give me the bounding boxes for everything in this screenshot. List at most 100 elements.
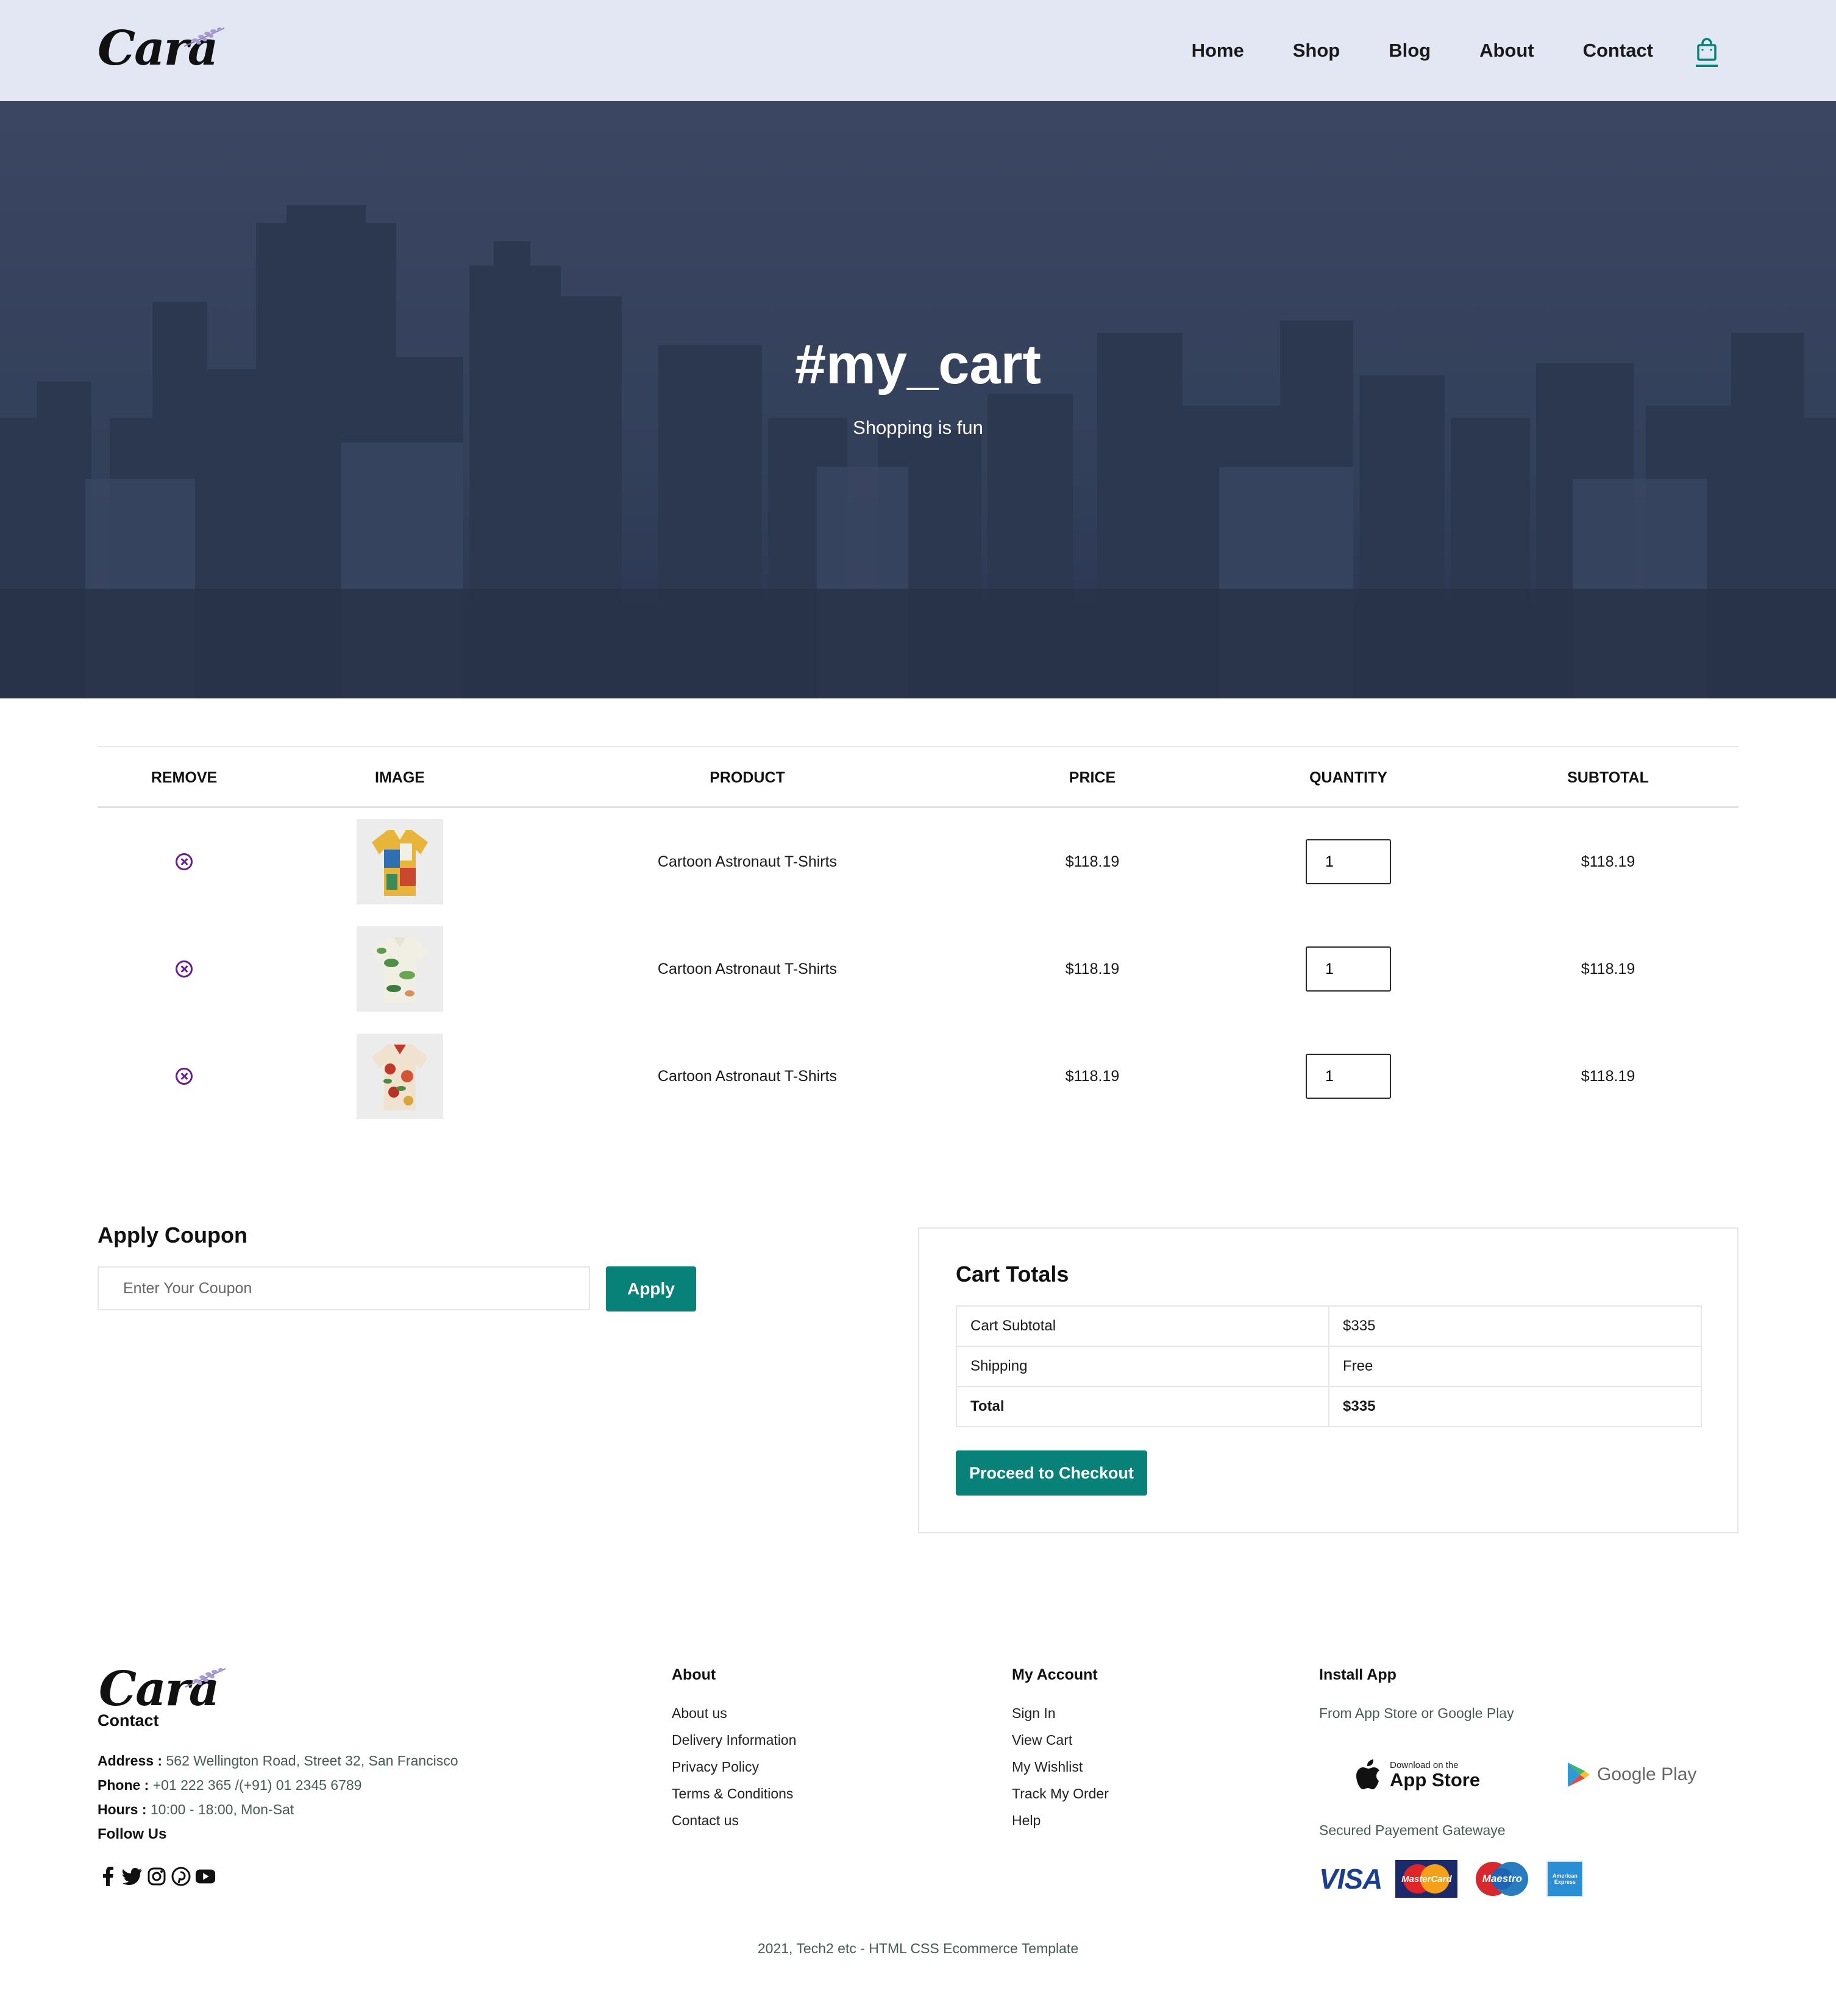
youtube-icon[interactable] xyxy=(195,1866,216,1887)
footer-link-sign-in[interactable]: Sign In xyxy=(1012,1704,1109,1722)
totals-label: Cart Subtotal xyxy=(955,1305,1330,1347)
table-row: Cartoon Astronaut T-Shirts $118.19 $118.… xyxy=(98,915,1738,1023)
cart-table: REMOVE IMAGE PRODUCT PRICE QUANTITY SUBT… xyxy=(98,746,1738,1130)
nav-blog[interactable]: Blog xyxy=(1389,40,1431,62)
footer-link-track-order[interactable]: Track My Order xyxy=(1012,1784,1109,1803)
address-value: 562 Wellington Road, Street 32, San Fran… xyxy=(166,1753,458,1769)
nav-about[interactable]: About xyxy=(1479,40,1534,62)
product-price: $118.19 xyxy=(1065,960,1120,978)
column-header-subtotal: SUBTOTAL xyxy=(1567,769,1649,786)
quantity-input[interactable] xyxy=(1306,946,1391,992)
proceed-to-checkout-button[interactable]: Proceed to Checkout xyxy=(956,1450,1147,1496)
product-price: $118.19 xyxy=(1065,853,1120,870)
logo[interactable]: Cara xyxy=(98,17,226,78)
remove-item-icon[interactable] xyxy=(176,960,193,978)
totals-label: Total xyxy=(955,1386,1330,1427)
install-app-subtitle: From App Store or Google Play xyxy=(1319,1705,1514,1721)
mastercard-text: MasterCard xyxy=(1401,1873,1452,1884)
twitter-icon[interactable] xyxy=(122,1866,143,1887)
remove-item-icon[interactable] xyxy=(176,853,193,870)
nav-home[interactable]: Home xyxy=(1192,40,1244,62)
product-image xyxy=(357,926,443,1012)
product-image xyxy=(357,819,443,904)
hero-banner: #my_cart Shopping is fun xyxy=(0,101,1836,698)
facebook-icon[interactable] xyxy=(98,1866,118,1887)
app-store-text: Download on the App Store xyxy=(1390,1760,1480,1790)
hours-value: 10:00 - 18:00, Mon-Sat xyxy=(150,1801,294,1817)
product-subtotal: $118.19 xyxy=(1581,1067,1635,1085)
cart-table-header: REMOVE IMAGE PRODUCT PRICE QUANTITY SUBT… xyxy=(98,746,1738,808)
product-price: $118.19 xyxy=(1065,1067,1120,1085)
google-play-badge[interactable]: Google Play xyxy=(1567,1744,1696,1805)
footer-link-view-cart[interactable]: View Cart xyxy=(1012,1731,1109,1749)
totals-value: $335 xyxy=(1328,1305,1702,1347)
totals-label: Shipping xyxy=(955,1346,1330,1387)
footer-about-links: About us Delivery Information Privacy Po… xyxy=(672,1704,797,1830)
product-subtotal: $118.19 xyxy=(1581,853,1635,870)
main-nav: Home Shop Blog About Contact xyxy=(1192,0,1653,101)
social-links xyxy=(98,1866,216,1887)
visa-icon: VISA xyxy=(1319,1862,1382,1895)
apply-coupon-button[interactable]: Apply xyxy=(606,1266,696,1311)
cart-totals-title: Cart Totals xyxy=(956,1262,1069,1287)
footer-link-privacy[interactable]: Privacy Policy xyxy=(672,1758,797,1776)
footer-account-heading: My Account xyxy=(1012,1666,1098,1683)
remove-item-icon[interactable] xyxy=(176,1068,193,1085)
footer-link-contact-us[interactable]: Contact us xyxy=(672,1811,797,1830)
coupon-title: Apply Coupon xyxy=(98,1223,247,1248)
table-row: Cartoon Astronaut T-Shirts $118.19 $118.… xyxy=(98,1023,1738,1130)
footer-about-heading: About xyxy=(672,1666,716,1683)
footer-address: Address : 562 Wellington Road, Street 32… xyxy=(98,1753,458,1769)
shirt-image xyxy=(372,830,428,896)
coupon-input[interactable] xyxy=(98,1266,590,1310)
table-row: Cartoon Astronaut T-Shirts $118.19 $118.… xyxy=(98,808,1738,915)
quantity-input[interactable] xyxy=(1306,1054,1391,1099)
maestro-icon: Maestro xyxy=(1471,1860,1533,1898)
mastercard-icon: MasterCard xyxy=(1395,1860,1458,1898)
totals-value: $335 xyxy=(1328,1386,1702,1427)
phone-label: Phone : xyxy=(98,1777,149,1793)
copyright-text: 2021, Tech2 etc - HTML CSS Ecommerce Tem… xyxy=(757,1940,1079,1956)
lavender-sprig-icon xyxy=(183,27,225,47)
totals-row-shipping: Shipping Free xyxy=(955,1346,1702,1387)
nav-contact[interactable]: Contact xyxy=(1583,40,1653,62)
totals-value: Free xyxy=(1328,1346,1702,1387)
footer-link-delivery[interactable]: Delivery Information xyxy=(672,1731,797,1749)
address-label: Address : xyxy=(98,1753,163,1769)
maestro-text: Maestro xyxy=(1482,1873,1522,1884)
quantity-input[interactable] xyxy=(1306,839,1391,884)
column-header-price: PRICE xyxy=(1069,769,1116,786)
footer-account-links: Sign In View Cart My Wishlist Track My O… xyxy=(1012,1704,1109,1830)
instagram-icon[interactable] xyxy=(146,1866,167,1887)
hours-label: Hours : xyxy=(98,1801,147,1817)
pinterest-icon[interactable] xyxy=(171,1866,191,1887)
shopping-bag-icon xyxy=(1697,38,1717,61)
column-header-remove: REMOVE xyxy=(151,769,218,786)
footer-contact-heading: Contact xyxy=(98,1711,159,1730)
app-store-badge[interactable]: Download on the App Store xyxy=(1354,1744,1480,1805)
secured-payment-text: Secured Payement Gatewaye xyxy=(1319,1822,1506,1838)
amex-text: American Express xyxy=(1552,1873,1578,1885)
app-store-big-text: App Store xyxy=(1390,1769,1481,1791)
hero-subtitle: Shopping is fun xyxy=(853,417,983,438)
visa-text: VISA xyxy=(1319,1863,1382,1895)
footer-link-about-us[interactable]: About us xyxy=(672,1704,797,1722)
footer-logo[interactable]: Cara xyxy=(99,1658,227,1719)
product-name: Cartoon Astronaut T-Shirts xyxy=(657,960,838,978)
product-subtotal: $118.19 xyxy=(1581,960,1635,978)
nav-shop[interactable]: Shop xyxy=(1293,40,1340,62)
apple-icon xyxy=(1356,1759,1379,1789)
shirt-image xyxy=(372,1045,428,1110)
cart-nav-link[interactable] xyxy=(1696,38,1718,67)
payment-methods: VISA MasterCard Maestro American Express xyxy=(1319,1860,1584,1898)
footer-link-terms[interactable]: Terms & Conditions xyxy=(672,1784,797,1803)
footer-link-help[interactable]: Help xyxy=(1012,1811,1109,1830)
follow-us-heading: Follow Us xyxy=(98,1826,167,1842)
footer-install-heading: Install App xyxy=(1319,1666,1397,1683)
phone-value: +01 222 365 /(+91) 01 2345 6789 xyxy=(152,1777,362,1793)
column-header-product: PRODUCT xyxy=(710,769,785,786)
footer-link-wishlist[interactable]: My Wishlist xyxy=(1012,1758,1109,1776)
cart-totals-panel: Cart Totals Cart Subtotal $335 Shipping … xyxy=(918,1227,1738,1533)
totals-row-total: Total $335 xyxy=(955,1386,1702,1427)
american-express-icon: American Express xyxy=(1546,1861,1584,1897)
